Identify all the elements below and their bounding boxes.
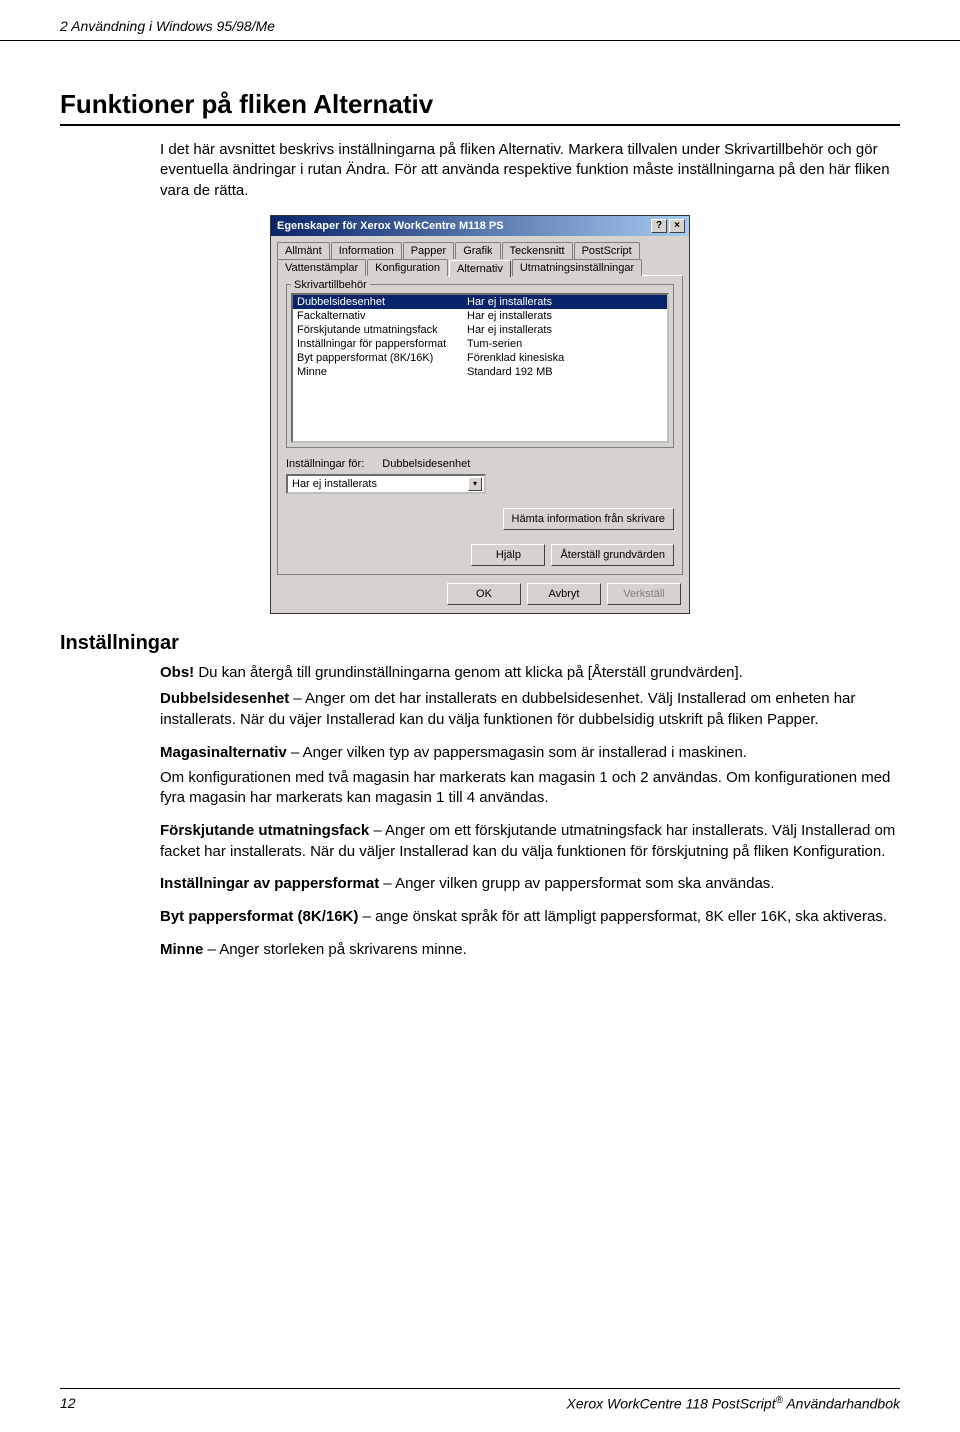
list-item[interactable]: Dubbelsidesenhet Har ej installerats [293, 295, 667, 309]
list-col-status: Förenklad kinesiska [467, 352, 663, 364]
groupbox-label: Skrivartillbehör [291, 279, 370, 291]
setting-minne: Minne – Anger storleken på skrivarens mi… [160, 940, 900, 961]
help-icon[interactable]: ? [651, 219, 667, 233]
setting-pappersformat: Inställningar av pappersformat – Anger v… [160, 874, 900, 895]
page-footer: 12 Xerox WorkCentre 118 PostScript® Anvä… [60, 1388, 900, 1412]
settings-for-combo[interactable]: Har ej installerats ▾ [286, 474, 486, 494]
tab-grafik[interactable]: Grafik [455, 242, 500, 259]
list-col-status: Har ej installerats [467, 296, 663, 308]
setting-desc: – Anger vilken typ av pappersmagasin som… [287, 744, 747, 761]
ok-button[interactable]: OK [447, 583, 521, 605]
tab-teckensnitt[interactable]: Teckensnitt [502, 242, 573, 259]
setting-name: Minne [160, 941, 203, 958]
page-content: Funktioner på fliken Alternativ I det hä… [0, 41, 960, 960]
setting-name: Dubbelsidesenhet [160, 690, 289, 707]
apply-button[interactable]: Verkställ [607, 583, 681, 605]
note-paragraph: Obs! Du kan återgå till grundinställning… [160, 663, 900, 684]
chevron-down-icon: ▾ [468, 477, 482, 491]
list-col-name: Inställningar för pappersformat [297, 338, 467, 350]
subsection-title: Inställningar [60, 632, 900, 655]
setting-name: Byt pappersformat (8K/16K) [160, 908, 358, 925]
dialog-footer: OK Avbryt Verkställ [271, 575, 689, 613]
settings-for-value: Dubbelsidesenhet [382, 458, 470, 470]
tab-information[interactable]: Information [331, 242, 402, 259]
groupbox-skrivartillbehor: Skrivartillbehör Dubbelsidesenhet Har ej… [286, 284, 674, 448]
list-col-name: Minne [297, 366, 467, 378]
list-col-status: Standard 192 MB [467, 366, 663, 378]
intro-paragraph: I det här avsnittet beskrivs inställning… [160, 140, 900, 201]
setting-magasinalternativ: Magasinalternativ – Anger vilken typ av … [160, 743, 900, 764]
section-title: Funktioner på fliken Alternativ [60, 89, 900, 126]
list-item[interactable]: Minne Standard 192 MB [293, 365, 667, 379]
close-icon[interactable]: × [669, 219, 685, 233]
setting-forskjutande: Förskjutande utmatningsfack – Anger om e… [160, 821, 900, 862]
help-button[interactable]: Hjälp [471, 544, 545, 566]
list-item[interactable]: Byt pappersformat (8K/16K) Förenklad kin… [293, 351, 667, 365]
tab-postscript[interactable]: PostScript [574, 242, 640, 259]
setting-desc: – Anger storleken på skrivarens minne. [203, 941, 466, 958]
setting-byt-pappersformat: Byt pappersformat (8K/16K) – ange önskat… [160, 907, 900, 928]
accessories-listbox[interactable]: Dubbelsidesenhet Har ej installerats Fac… [291, 293, 669, 443]
doc-title-a: Xerox WorkCentre 118 PostScript [567, 1396, 776, 1412]
list-col-name: Byt pappersformat (8K/16K) [297, 352, 467, 364]
settings-for-label: Inställningar för: [286, 458, 364, 470]
tab-strip: Allmänt Information Papper Grafik Tecken… [271, 236, 689, 575]
note-label: Obs! [160, 664, 194, 681]
list-col-status: Har ej installerats [467, 310, 663, 322]
registered-icon: ® [776, 1395, 783, 1406]
setting-desc: – ange önskat språk för att lämpligt pap… [358, 908, 887, 925]
setting-dubbelsidesenhet: Dubbelsidesenhet – Anger om det har inst… [160, 689, 900, 730]
dialog-screenshot: Egenskaper för Xerox WorkCentre M118 PS … [60, 215, 900, 614]
tab-panel: Skrivartillbehör Dubbelsidesenhet Har ej… [277, 275, 683, 575]
tab-vattenstamplar[interactable]: Vattenstämplar [277, 259, 366, 276]
dialog-title: Egenskaper för Xerox WorkCentre M118 PS [277, 220, 504, 232]
chapter-label: 2 Användning i Windows 95/98/Me [60, 18, 275, 34]
setting-name: Magasinalternativ [160, 744, 287, 761]
tab-konfiguration[interactable]: Konfiguration [367, 259, 448, 276]
list-col-status: Tum-serien [467, 338, 663, 350]
doc-title-b: Användarhandbok [783, 1396, 900, 1412]
reset-defaults-button[interactable]: Återställ grundvärden [551, 544, 674, 566]
tab-alternativ[interactable]: Alternativ [449, 260, 511, 277]
list-item[interactable]: Inställningar för pappersformat Tum-seri… [293, 337, 667, 351]
list-item[interactable]: Fackalternativ Har ej installerats [293, 309, 667, 323]
list-col-status: Har ej installerats [467, 324, 663, 336]
tab-utmatning[interactable]: Utmatningsinställningar [512, 259, 642, 276]
list-col-name: Dubbelsidesenhet [297, 296, 467, 308]
fetch-from-printer-button[interactable]: Hämta information från skrivare [503, 508, 674, 530]
cancel-button[interactable]: Avbryt [527, 583, 601, 605]
setting-name: Inställningar av pappersformat [160, 875, 379, 892]
setting-magasinalternativ-extra: Om konfigurationen med två magasin har m… [160, 768, 900, 809]
combo-value: Har ej installerats [292, 478, 377, 490]
tab-allmant[interactable]: Allmänt [277, 242, 330, 259]
list-col-name: Förskjutande utmatningsfack [297, 324, 467, 336]
setting-desc: – Anger vilken grupp av pappersformat so… [379, 875, 774, 892]
doc-title: Xerox WorkCentre 118 PostScript® Använda… [567, 1395, 900, 1412]
list-col-name: Fackalternativ [297, 310, 467, 322]
page-header: 2 Användning i Windows 95/98/Me [0, 0, 960, 41]
properties-dialog: Egenskaper för Xerox WorkCentre M118 PS … [270, 215, 690, 614]
note-text: Du kan återgå till grundinställningarna … [194, 664, 743, 681]
page-number: 12 [60, 1395, 76, 1412]
setting-name: Förskjutande utmatningsfack [160, 822, 369, 839]
settings-for-row: Inställningar för: Dubbelsidesenhet [286, 458, 674, 470]
list-item[interactable]: Förskjutande utmatningsfack Har ej insta… [293, 323, 667, 337]
tab-papper[interactable]: Papper [403, 242, 454, 259]
dialog-titlebar: Egenskaper för Xerox WorkCentre M118 PS … [271, 216, 689, 236]
